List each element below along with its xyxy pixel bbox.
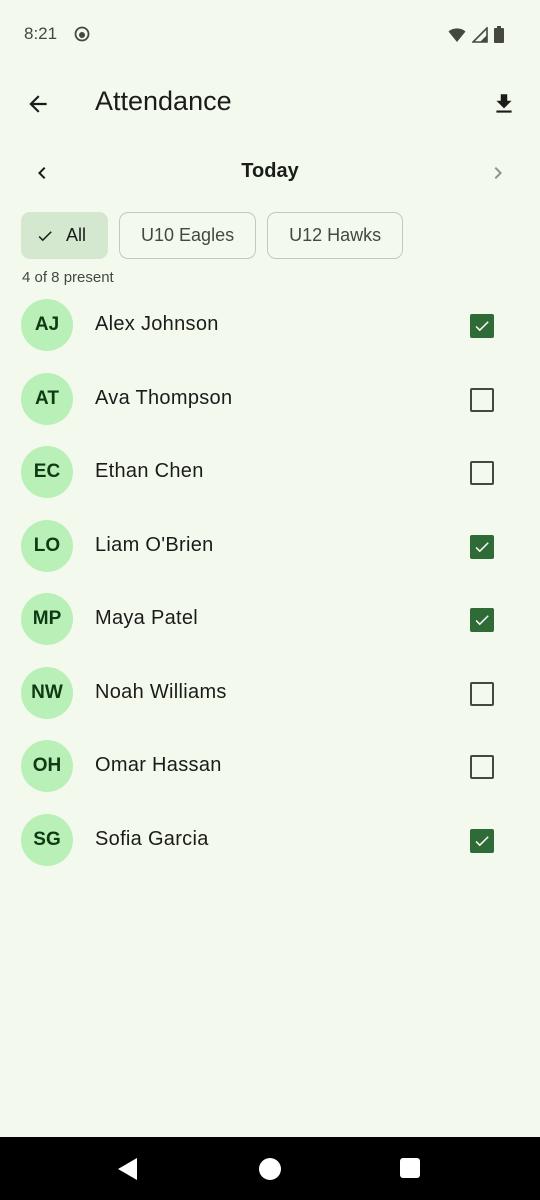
player-name: Sofia Garcia xyxy=(95,827,209,850)
nav-home-icon[interactable] xyxy=(259,1158,281,1180)
player-row[interactable]: EC Ethan Chen xyxy=(0,435,540,509)
player-row[interactable]: SG Sofia Garcia xyxy=(0,803,540,877)
next-date-button[interactable] xyxy=(474,149,522,197)
chevron-right-icon xyxy=(494,167,502,179)
app-bar: Attendance xyxy=(0,70,540,138)
player-name: Ethan Chen xyxy=(95,460,204,482)
back-button[interactable] xyxy=(14,80,62,128)
attendance-checkbox[interactable] xyxy=(470,461,494,485)
player-row[interactable]: NW Noah Williams xyxy=(0,656,540,730)
player-name: Omar Hassan xyxy=(95,754,222,776)
filter-chip-u12-hawks[interactable]: U12 Hawks xyxy=(267,212,404,259)
system-navigation-bar xyxy=(0,1137,540,1200)
player-row[interactable]: LO Liam O'Brien xyxy=(0,509,540,583)
status-icons xyxy=(448,26,504,43)
attendance-checkbox[interactable] xyxy=(470,755,494,779)
avatar: AT xyxy=(21,372,73,425)
status-bar: 8:21 xyxy=(0,0,540,70)
attendance-checkbox[interactable] xyxy=(470,314,494,338)
player-row[interactable]: MP Maya Patel xyxy=(0,582,540,656)
check-icon xyxy=(475,835,489,846)
player-row[interactable]: AJ Alex Johnson xyxy=(0,288,540,362)
attendance-checkbox[interactable] xyxy=(470,387,494,412)
player-row[interactable]: OH Omar Hassan xyxy=(0,729,540,803)
check-icon xyxy=(38,230,52,241)
check-icon xyxy=(475,541,489,552)
status-time: 8:21 xyxy=(24,24,58,43)
player-row[interactable]: AT Ava Thompson xyxy=(0,362,540,436)
nav-back-icon[interactable] xyxy=(117,1157,139,1181)
player-name: Alex Johnson xyxy=(95,313,219,335)
chip-label: U12 Hawks xyxy=(289,225,382,245)
avatar: MP xyxy=(21,593,73,645)
attendance-checkbox[interactable] xyxy=(470,534,494,559)
player-list: AJ Alex Johnson AT Ava Thompson EC Ethan… xyxy=(0,288,540,876)
attendance-checkbox[interactable] xyxy=(470,681,494,706)
date-label: Today xyxy=(241,160,299,182)
app-notification-icon xyxy=(74,26,90,42)
check-icon xyxy=(475,615,489,626)
arrow-left-icon xyxy=(29,95,47,113)
avatar: NW xyxy=(21,666,73,719)
nav-recents-icon[interactable] xyxy=(400,1158,420,1178)
chip-label: All xyxy=(66,225,87,245)
wifi-icon xyxy=(448,27,466,42)
attendance-checkbox[interactable] xyxy=(470,828,494,853)
avatar: SG xyxy=(21,813,73,866)
avatar: OH xyxy=(21,740,73,792)
present-count: 4 of 8 present xyxy=(22,269,114,286)
page-title: Attendance xyxy=(95,86,232,116)
battery-icon xyxy=(494,26,504,43)
player-name: Ava Thompson xyxy=(95,386,233,409)
filter-chip-all[interactable]: All xyxy=(21,212,109,259)
avatar: AJ xyxy=(21,299,73,351)
attendance-checkbox[interactable] xyxy=(470,608,494,632)
download-button[interactable] xyxy=(480,80,528,128)
player-name: Noah Williams xyxy=(95,680,227,703)
chip-label: U10 Eagles xyxy=(141,225,235,245)
date-navigation: Today xyxy=(0,148,540,198)
filter-chip-u10-eagles[interactable]: U10 Eagles xyxy=(119,212,257,259)
cell-signal-icon xyxy=(472,26,488,43)
filter-chips: All U10 Eagles U12 Hawks xyxy=(21,212,404,259)
player-name: Liam O'Brien xyxy=(95,533,214,556)
check-icon xyxy=(475,321,489,332)
avatar: EC xyxy=(21,446,73,498)
download-icon xyxy=(496,94,512,113)
player-name: Maya Patel xyxy=(95,607,199,629)
avatar: LO xyxy=(21,519,73,572)
